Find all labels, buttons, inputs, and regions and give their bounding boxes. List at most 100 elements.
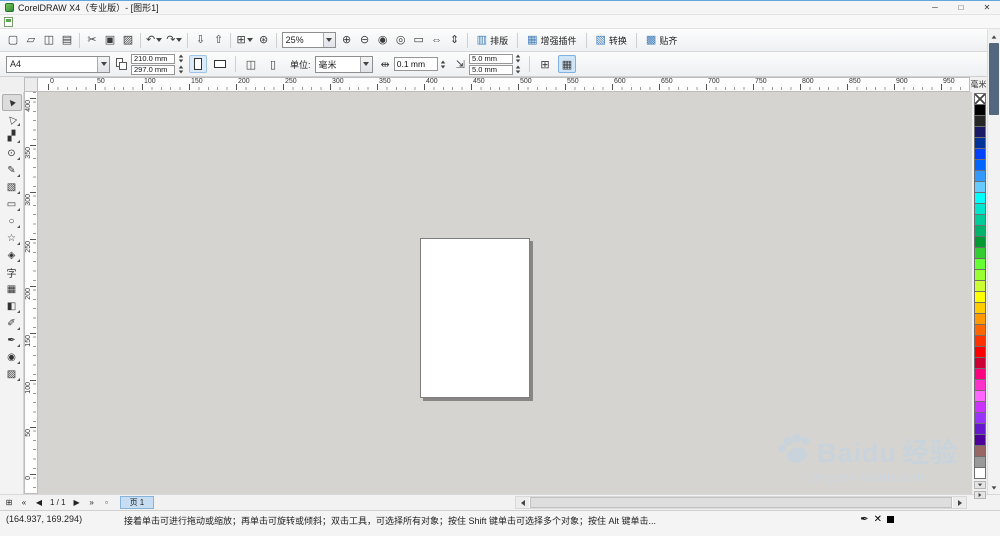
horizontal-scrollbar[interactable] xyxy=(515,496,967,509)
enhanced-plugins-button[interactable]: ▦ 增强插件 xyxy=(521,31,582,49)
paper-width-input[interactable] xyxy=(131,53,175,64)
fill-none-icon: ✕ xyxy=(873,514,882,525)
duplicate-x-input[interactable] xyxy=(468,53,513,64)
duplicate-x-spinner[interactable] xyxy=(514,54,523,63)
snap-to-grid-button[interactable]: ⊞ xyxy=(536,55,554,73)
maximize-button[interactable]: □ xyxy=(948,1,974,14)
duplicate-y-input[interactable] xyxy=(468,64,513,75)
paiban-button[interactable]: ▥ 排版 xyxy=(471,31,514,49)
paper-size-combo[interactable]: A4 xyxy=(6,55,110,73)
interactive-fill-tool[interactable]: ▨ xyxy=(2,366,22,383)
vertical-scroll-thumb[interactable] xyxy=(989,43,999,115)
horizontal-scroll-thumb[interactable] xyxy=(530,497,952,508)
vertical-scrollbar[interactable] xyxy=(987,30,1000,494)
ellipse-tool[interactable]: ○ xyxy=(2,213,22,230)
duplicate-distance-icon: ⇲ xyxy=(455,58,465,71)
scroll-right-button[interactable] xyxy=(953,497,966,508)
arrow-right-icon xyxy=(957,499,962,506)
convert-button[interactable]: ▧ 转换 xyxy=(590,31,633,49)
text-tool[interactable]: 字 xyxy=(2,264,22,281)
document-icon[interactable] xyxy=(4,16,13,27)
portrait-button[interactable] xyxy=(189,55,207,73)
minimize-button[interactable]: ─ xyxy=(922,1,948,14)
open-button[interactable]: ▱ xyxy=(22,31,40,49)
portrait-icon xyxy=(194,58,202,70)
pick-tool[interactable]: ▲ xyxy=(1,94,22,111)
export-button[interactable]: ⇧ xyxy=(209,31,227,49)
zoom-tool[interactable]: ⊙ xyxy=(2,145,22,162)
outline-tool[interactable]: ✒ xyxy=(2,332,22,349)
close-button[interactable]: ✕ xyxy=(974,1,1000,14)
color-swatch[interactable] xyxy=(973,467,986,479)
page-tab[interactable]: 页 1 xyxy=(119,496,155,509)
smart-fill-tool[interactable]: ▧ xyxy=(2,179,22,196)
palette-expand-button[interactable] xyxy=(973,491,986,499)
toolbox: ▲ △ ▞ ⊙ ✎ ▧ ▭ ○ ☆ ◈ 字 ▦ ◧ ✐ ✒ ◉ ▨ xyxy=(0,92,24,494)
outline-tool-icon: ✒ xyxy=(7,335,16,346)
print-button[interactable]: ▤ xyxy=(58,31,76,49)
paper-height-input[interactable] xyxy=(131,64,175,75)
prev-page-button[interactable]: ◀ xyxy=(32,496,46,509)
zoom-page-width-button[interactable]: ⇔ xyxy=(428,31,446,49)
layout-current-page-button[interactable]: ▯ xyxy=(264,55,282,73)
scroll-up-button[interactable] xyxy=(988,30,1000,43)
crop-tool[interactable]: ▞ xyxy=(2,128,22,145)
import-button[interactable]: ⇩ xyxy=(191,31,209,49)
ruler-origin-corner[interactable] xyxy=(24,77,38,92)
cut-button[interactable]: ✂ xyxy=(83,31,101,49)
scroll-left-button[interactable] xyxy=(516,497,529,508)
chevron-down-icon[interactable] xyxy=(322,33,335,47)
units-combo[interactable]: 毫米 xyxy=(314,55,373,73)
paste-button[interactable]: ▨ xyxy=(119,31,137,49)
snap-toolbar-button[interactable]: ▩ 贴齐 xyxy=(640,31,683,49)
nudge-spinner[interactable] xyxy=(439,60,448,69)
freehand-tool[interactable]: ✎ xyxy=(2,162,22,179)
vertical-scroll-track[interactable] xyxy=(988,115,1000,481)
shape-tool[interactable]: △ xyxy=(2,111,22,128)
snap-to-objects-button[interactable]: ▦ xyxy=(557,55,576,73)
zoom-in-button[interactable]: ⊕ xyxy=(338,31,356,49)
eyedropper-tool[interactable]: ✐ xyxy=(2,315,22,332)
redo-button[interactable]: ↷ xyxy=(164,31,184,49)
corel-online-button[interactable]: ⊛ xyxy=(255,31,273,49)
vertical-ruler[interactable]: 400 350 300 250 200 150 100 50 0 xyxy=(24,92,38,494)
first-page-button[interactable]: « xyxy=(17,496,31,509)
duplicate-y-spinner[interactable] xyxy=(514,65,523,74)
polygon-tool[interactable]: ☆ xyxy=(2,230,22,247)
new-button[interactable]: ▢ xyxy=(4,31,22,49)
zoom-page-height-button[interactable]: ⇕ xyxy=(446,31,464,49)
chevron-down-icon[interactable] xyxy=(97,56,109,72)
fill-tool[interactable]: ◉ xyxy=(2,349,22,366)
next-page-button[interactable]: ▶ xyxy=(70,496,84,509)
chevron-down-icon[interactable] xyxy=(359,56,372,72)
basic-shapes-tool[interactable]: ◈ xyxy=(2,247,22,264)
layout-all-pages-button[interactable]: ◫ xyxy=(242,55,260,73)
undo-button[interactable]: ↶ xyxy=(144,31,164,49)
paper-width-spinner[interactable] xyxy=(176,54,185,63)
table-tool[interactable]: ▦ xyxy=(2,281,22,298)
document-page[interactable] xyxy=(420,238,530,398)
zoom-selected-button[interactable]: ◉ xyxy=(374,31,392,49)
paper-height-spinner[interactable] xyxy=(176,65,185,74)
last-page-button[interactable]: » xyxy=(85,496,99,509)
copy-button[interactable]: ▣ xyxy=(101,31,119,49)
page-navigation-bar: ⊞ « ◀ 1 / 1 ▶ » ▫ 页 1 xyxy=(0,494,1000,510)
ruler-tick xyxy=(706,84,707,90)
zoom-all-objects-button[interactable]: ◎ xyxy=(392,31,410,49)
add-page-button[interactable]: ▫ xyxy=(100,496,114,509)
nudge-offset-input[interactable] xyxy=(393,57,438,71)
rectangle-tool[interactable]: ▭ xyxy=(2,196,22,213)
palette-scroll-down-button[interactable] xyxy=(973,481,986,489)
app-launcher-button[interactable]: ⊞ xyxy=(234,31,254,49)
landscape-button[interactable] xyxy=(211,55,229,73)
save-button[interactable]: ◫ xyxy=(40,31,58,49)
zoom-out-button[interactable]: ⊖ xyxy=(356,31,374,49)
zoom-level-combo[interactable]: 25% xyxy=(281,32,336,48)
drawing-canvas[interactable]: Baidu 经验 jingyan.baidu.com xyxy=(38,92,972,494)
blend-tool[interactable]: ◧ xyxy=(2,298,22,315)
page-grid-button[interactable]: ⊞ xyxy=(2,496,16,509)
scroll-down-button[interactable] xyxy=(988,481,1000,494)
zoom-page-button[interactable]: ▭ xyxy=(410,31,428,49)
ruler-label: 350 xyxy=(25,147,32,159)
horizontal-ruler[interactable]: 0 50 100 150 200 250 300 350 400 450 500 550 600 650 7… xyxy=(38,77,970,92)
